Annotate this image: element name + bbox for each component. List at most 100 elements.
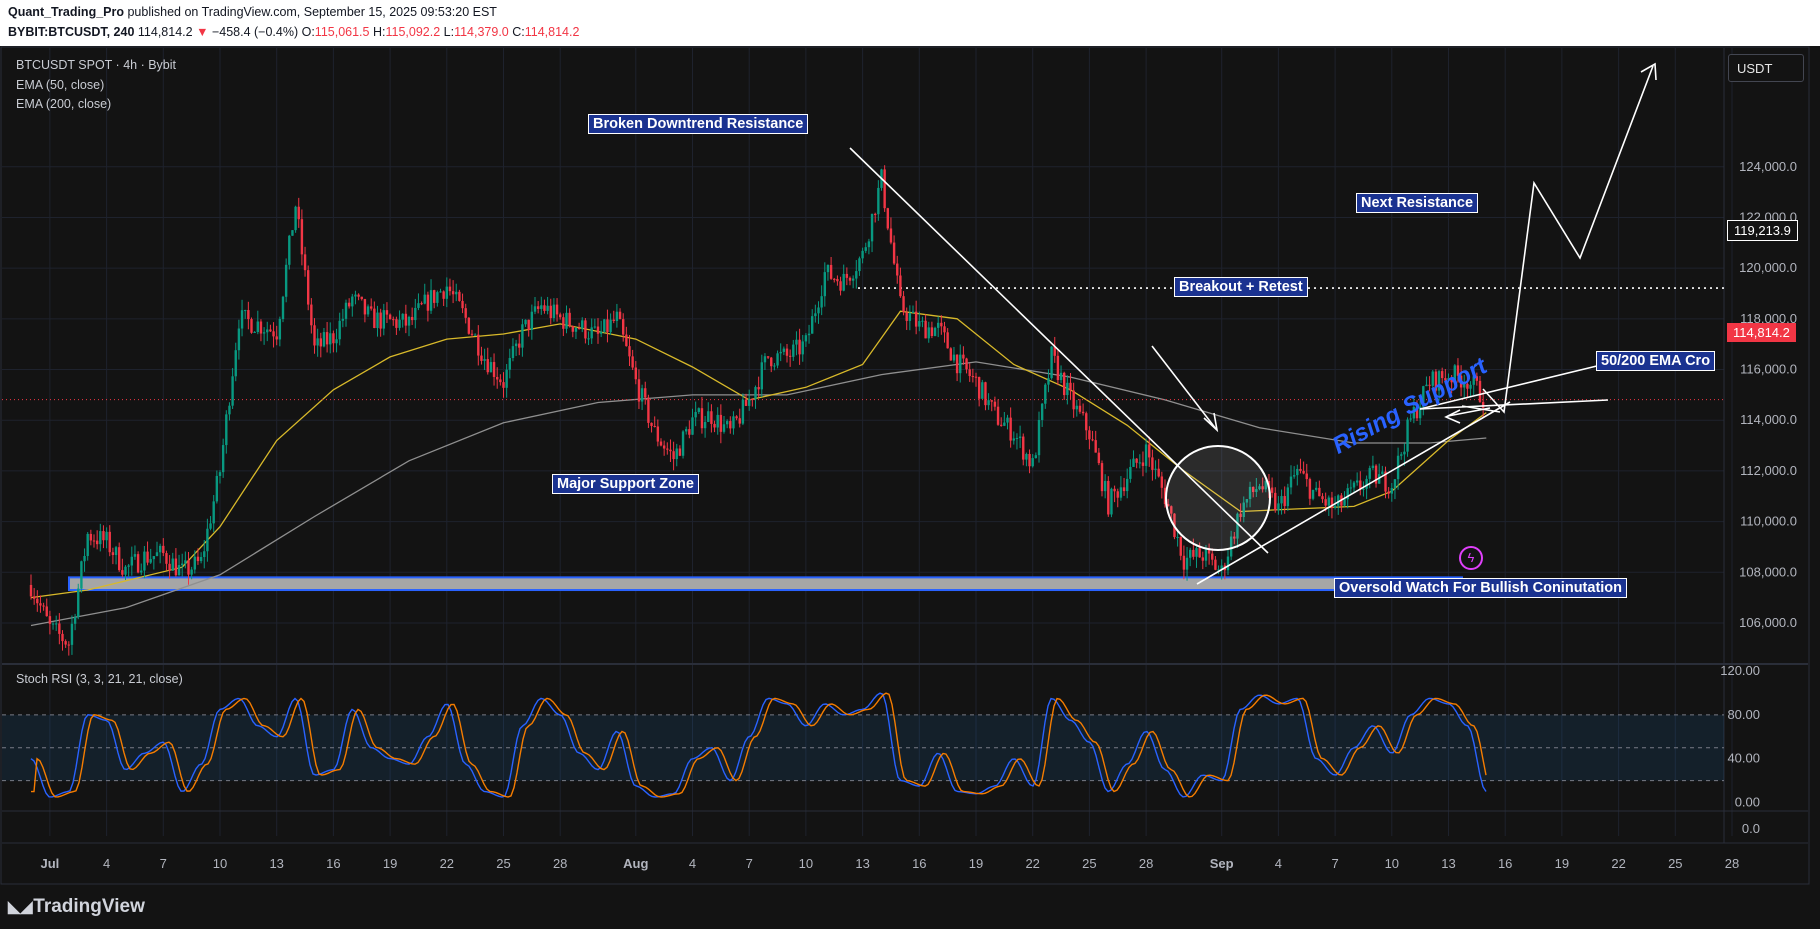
candle-body (373, 308, 376, 328)
oversold-label[interactable]: Oversold Watch For Bullish Coninutation (1334, 578, 1628, 598)
candle-body (788, 355, 792, 357)
candle-body (527, 319, 530, 331)
time-tick-label: 28 (1725, 856, 1739, 871)
candle-body (1277, 503, 1280, 511)
time-tick-label: 16 (1498, 856, 1512, 871)
candle-body (842, 273, 845, 291)
candle-body (707, 411, 710, 422)
price-tick-label: 108,000.0 (1739, 564, 1797, 579)
candle-body (240, 310, 244, 329)
candle-body (473, 334, 477, 336)
candle-body (228, 405, 231, 415)
breakout-arrow (1151, 345, 1217, 430)
candle-body (1302, 470, 1305, 474)
symbol-title[interactable]: BTCUSDT SPOT · 4h · Bybit (16, 58, 176, 72)
ema200-legend[interactable]: EMA (200, close) (16, 97, 111, 111)
time-tick-label: 4 (103, 856, 110, 871)
candle-body (599, 331, 603, 334)
candle-body (470, 333, 474, 335)
candle-body (464, 308, 467, 318)
candle-body (1025, 453, 1028, 460)
candle-body (489, 362, 493, 373)
candle-body (442, 291, 445, 299)
candle-body (45, 606, 48, 617)
candle-body (423, 294, 426, 304)
candle-body (1160, 476, 1164, 488)
stoch-tick-label: 40.00 (1727, 751, 1760, 766)
candle-body (39, 603, 42, 606)
lightning-icon[interactable]: ϟ (1459, 546, 1483, 570)
candle-body (622, 319, 625, 335)
tradingview-logo[interactable]: ◣◢ TradingView (8, 896, 145, 918)
next-resistance-label[interactable]: Next Resistance (1356, 193, 1479, 213)
candle-body (1138, 462, 1141, 464)
time-tick-label: 28 (1139, 856, 1153, 871)
candle-body (1343, 499, 1346, 506)
candle-body (1352, 482, 1356, 488)
candle-body (1148, 444, 1151, 458)
candle-body (256, 321, 259, 332)
candle-body (1274, 492, 1277, 511)
time-tick-label: 25 (496, 856, 510, 871)
close-value: 114,814.2 (524, 25, 580, 39)
candle-body (864, 247, 867, 251)
currency-button[interactable]: USDT (1728, 54, 1804, 82)
candle-body (492, 362, 496, 377)
candle-body (653, 425, 656, 427)
candle-body (858, 258, 861, 272)
time-axis: Jul 4 7 10 13 16 19 22 25 28 Aug 4 7 10 13 16 19 22 25 28 Se… (41, 856, 1740, 871)
candle-body (650, 422, 653, 426)
ema50-legend[interactable]: EMA (50, close) (16, 78, 104, 92)
candle-body (114, 547, 118, 556)
author-name[interactable]: Quant_Trading_Pro (8, 5, 124, 19)
candle-body (272, 331, 275, 337)
candle-body (710, 411, 713, 424)
candle-body (741, 399, 745, 424)
candle-body (779, 351, 782, 354)
broken-downtrend-label[interactable]: Broken Downtrend Resistance (588, 114, 809, 134)
candle-body (763, 356, 767, 363)
time-tick-label: 28 (553, 856, 567, 871)
time-tick-label: 13 (855, 856, 869, 871)
high-value: 115,092.2 (385, 25, 441, 39)
candle-body (694, 411, 697, 418)
candle-body (203, 551, 206, 558)
ema-cross-label[interactable]: 50/200 EMA Cro (1596, 351, 1716, 371)
candle-body (631, 356, 634, 368)
candle-body (332, 333, 335, 344)
candle-body (395, 319, 398, 328)
candle-body (678, 448, 682, 456)
candle-body (748, 398, 751, 406)
candle-body (177, 565, 181, 576)
major-support-label[interactable]: Major Support Zone (552, 474, 699, 494)
candle-body (719, 414, 723, 432)
candle-body (184, 560, 187, 564)
candle-body (347, 302, 351, 307)
stoch-legend[interactable]: Stoch RSI (3, 3, 21, 21, close) (16, 672, 183, 686)
candle-body (952, 354, 956, 361)
ema50-line (30, 310, 1487, 599)
price-tick-label: 114,000.0 (1740, 412, 1797, 427)
candle-body (1040, 403, 1044, 420)
major-support-zone (68, 576, 1463, 592)
candle-body (637, 379, 641, 402)
time-tick-label: 19 (1555, 856, 1569, 871)
candle-body (773, 365, 776, 367)
candle-body (1296, 468, 1299, 476)
candle-body (436, 292, 439, 303)
candle-body (918, 321, 921, 327)
candle-body (1000, 424, 1003, 426)
candle-body (1050, 346, 1053, 379)
candle-body (593, 326, 597, 328)
price-chart[interactable]: 124,000.0122,000.0120,000.0118,000.0116,… (0, 46, 1820, 886)
candle-body (1075, 405, 1078, 410)
chart-frame[interactable]: 124,000.0 122,000.0 120,000.0 118,000.0 116,… (0, 46, 1820, 886)
candle-body (754, 387, 757, 400)
candle-body (108, 531, 111, 553)
candle-body (568, 312, 571, 327)
candle-body (1292, 475, 1296, 477)
time-tick-label: 16 (912, 856, 926, 871)
candle-body (310, 304, 313, 326)
candle-body (102, 531, 105, 541)
breakout-retest-label[interactable]: Breakout + Retest (1174, 277, 1308, 297)
